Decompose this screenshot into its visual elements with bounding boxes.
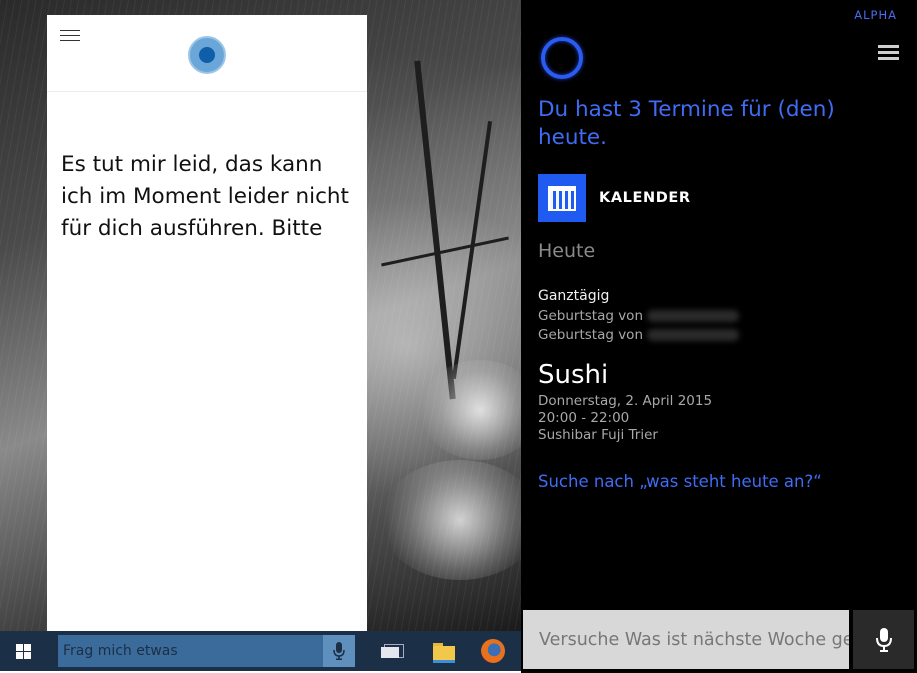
task-view-button[interactable] — [372, 635, 412, 667]
birthday-label: Geburtstag von — [538, 327, 644, 343]
search-placeholder: Frag mich etwas — [63, 643, 178, 659]
event-date: Donnerstag, 2. April 2015 — [538, 393, 713, 409]
calendar-label: KALENDER — [599, 190, 691, 206]
input-placeholder: Versuche Was ist nächste Woche geplant? — [539, 629, 849, 650]
phone-cortana-screen: ALPHA Du hast 3 Termine für (den) heute.… — [521, 0, 917, 673]
cortana-ring-icon — [541, 37, 583, 79]
task-view-icon — [381, 644, 404, 658]
windows-start-icon — [15, 643, 31, 659]
microphone-icon — [333, 642, 345, 660]
event-location: Sushibar Fuji Trier — [538, 427, 658, 443]
event-title[interactable]: Sushi — [538, 360, 608, 390]
taskbar-search-box[interactable]: Frag mich etwas — [58, 635, 355, 667]
firefox-button[interactable] — [473, 635, 513, 667]
hamburger-menu-icon[interactable] — [878, 45, 899, 61]
file-explorer-button[interactable] — [424, 635, 464, 667]
cortana-response-text: Es tut mir leid, das kann ich im Moment … — [61, 152, 349, 241]
redacted-name — [647, 329, 740, 341]
hamburger-menu-icon[interactable] — [60, 30, 80, 42]
day-heading: Heute — [538, 240, 596, 262]
all-day-title: Ganztägig — [538, 288, 610, 304]
cortana-input-field[interactable]: Versuche Was ist nächste Woche geplant? — [523, 610, 849, 669]
calendar-tile — [538, 174, 586, 222]
cortana-panel: Es tut mir leid, das kann ich im Moment … — [47, 15, 367, 631]
event-time: 20:00 - 22:00 — [538, 410, 630, 426]
cortana-panel-header — [47, 15, 367, 92]
birthday-entry[interactable]: Geburtstag von — [538, 308, 740, 324]
redacted-name — [647, 310, 740, 322]
birthday-label: Geburtstag von — [538, 308, 644, 324]
calendar-app-link[interactable]: KALENDER — [538, 174, 691, 222]
birthday-entry[interactable]: Geburtstag von — [538, 327, 740, 343]
alpha-badge: ALPHA — [854, 8, 897, 22]
firefox-icon — [481, 639, 505, 663]
calendar-icon — [548, 185, 576, 211]
microphone-button[interactable] — [853, 610, 914, 669]
taskbar: Frag mich etwas — [0, 631, 521, 671]
cortana-headline: Du hast 3 Termine für (den) heute. — [538, 97, 835, 150]
web-search-link[interactable]: Suche nach „was steht heute an?“ — [538, 472, 822, 491]
start-button[interactable] — [0, 631, 46, 671]
cortana-orb-icon — [188, 36, 226, 74]
microphone-icon — [875, 627, 892, 652]
microphone-button[interactable] — [323, 635, 355, 667]
file-explorer-icon — [433, 642, 455, 663]
